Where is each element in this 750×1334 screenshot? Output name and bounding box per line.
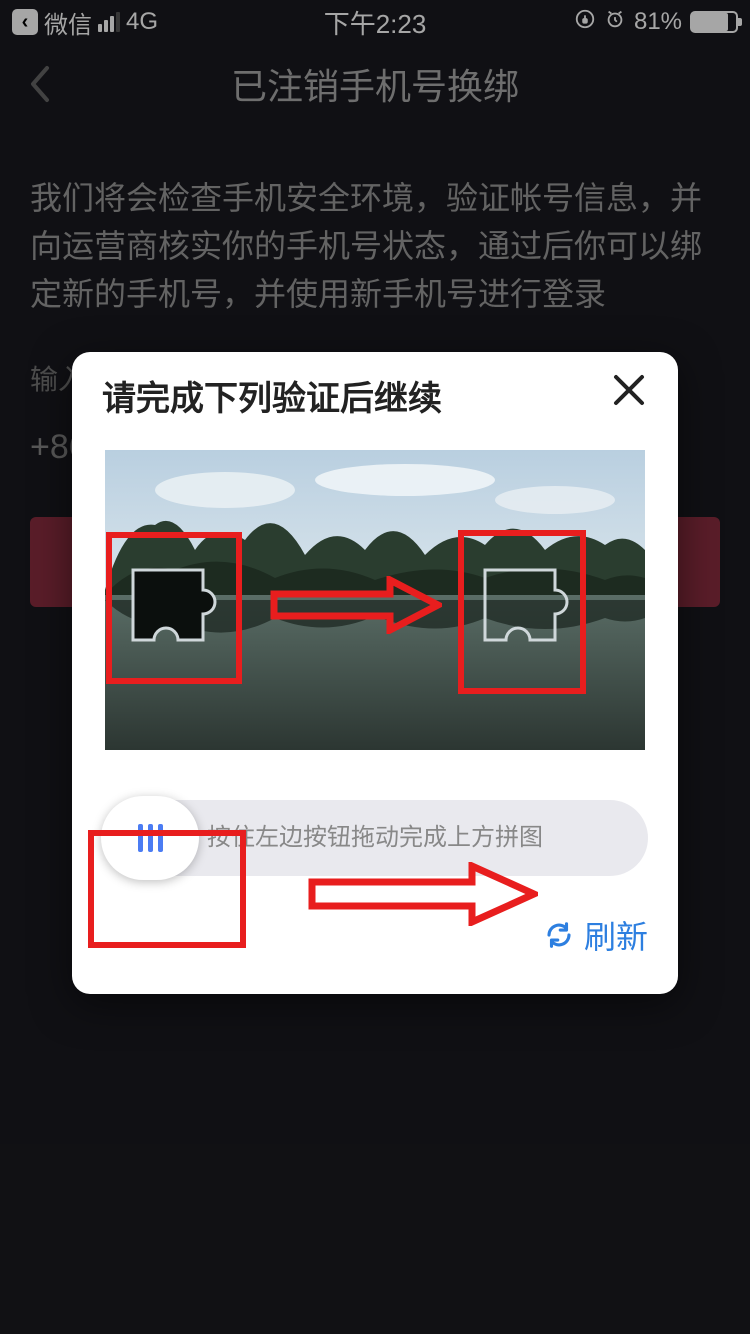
close-button[interactable] bbox=[610, 370, 648, 420]
annotation-box-handle bbox=[88, 830, 246, 948]
refresh-icon bbox=[544, 920, 574, 950]
captcha-modal: 请完成下列验证后继续 bbox=[72, 352, 678, 994]
refresh-label: 刷新 bbox=[584, 912, 648, 958]
annotation-arrow-slider bbox=[308, 862, 538, 926]
modal-title: 请完成下列验证后继续 bbox=[102, 371, 610, 420]
annotation-box-left bbox=[106, 532, 242, 684]
annotation-arrow-image bbox=[270, 576, 442, 634]
captcha-image bbox=[102, 450, 648, 750]
annotation-box-right bbox=[458, 530, 586, 694]
close-icon bbox=[610, 371, 648, 409]
